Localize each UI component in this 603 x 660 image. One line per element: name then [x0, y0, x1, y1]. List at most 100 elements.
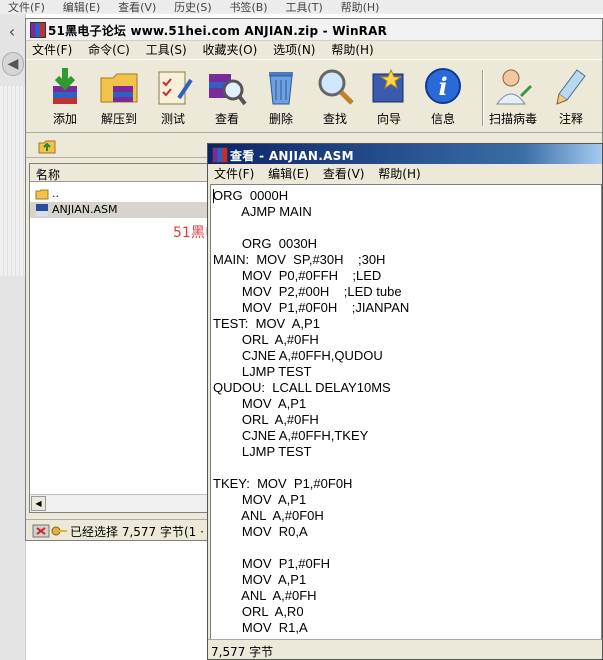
code-line: ORL A,#0FH: [213, 332, 319, 347]
code-line: MOV P1,#0F0H ;JIANPAN: [213, 300, 410, 315]
code-line: MOV R0,A: [213, 524, 308, 539]
wizard-button[interactable]: 向导: [362, 66, 416, 130]
menu-tools[interactable]: 工具(S): [146, 41, 187, 59]
code-line: ORG 0000H: [213, 188, 289, 203]
winrar-logo-icon: [30, 22, 46, 38]
test-clipboard-icon: [158, 71, 193, 105]
virus-scan-button[interactable]: 扫描病毒: [486, 66, 540, 130]
view-button[interactable]: 查看: [200, 66, 254, 130]
comment-button[interactable]: 注释: [544, 66, 598, 130]
menu-commands[interactable]: 命令(C): [88, 41, 130, 59]
horizontal-scrollbar[interactable]: ◀: [30, 494, 211, 512]
sort-ascending-icon: ▲: [36, 166, 43, 175]
find-button[interactable]: 查找: [308, 66, 362, 130]
add-label: 添加: [52, 112, 77, 126]
code-line: ANL A,#0F0H: [213, 508, 324, 523]
virus-scan-label: 扫描病毒: [488, 112, 537, 126]
scroll-left-icon[interactable]: ◀: [31, 496, 46, 511]
svg-text:i: i: [438, 72, 447, 101]
viewer-menu-view[interactable]: 查看(V): [323, 164, 365, 184]
forward-button[interactable]: ◀: [2, 52, 24, 76]
code-viewer[interactable]: ORG 0000H AJMP MAIN ORG 0030H MAIN: MOV …: [210, 184, 602, 640]
browser-menu-history[interactable]: 历史(S): [174, 2, 212, 13]
test-button[interactable]: 测试: [146, 66, 200, 130]
comment-icon: [556, 69, 586, 105]
browser-menu-tools[interactable]: 工具(T): [285, 2, 322, 13]
virus-scan-icon: [496, 69, 533, 105]
code-line: CJNE A,#0FFH,QUDOU: [213, 348, 383, 363]
parent-folder-icon: [35, 189, 49, 200]
extract-folder-icon: [100, 73, 138, 103]
browser-menu-file[interactable]: 文件(F): [8, 2, 45, 13]
winrar-logo-icon: [212, 147, 228, 163]
code-line: MOV A,P1: [213, 572, 307, 587]
code-line: MOV P0,#0FFH ;LED: [213, 268, 382, 283]
winrar-title: 51黑电子论坛 www.51hei.com ANJIAN.zip - WinRA…: [48, 24, 388, 38]
menu-options[interactable]: 选项(N): [273, 41, 315, 59]
folder-up-icon[interactable]: [38, 137, 56, 155]
viewer-menu-edit[interactable]: 编辑(E): [268, 164, 309, 184]
code-line: MOV R1,A: [213, 620, 308, 635]
extract-to-button[interactable]: 解压到: [92, 66, 146, 130]
arrow-left-icon: ◀: [7, 56, 19, 72]
view-magnifier-icon: [209, 74, 247, 106]
code-line: ORG 0030H: [213, 236, 318, 251]
delete-label: 删除: [268, 112, 293, 126]
file-size-status: 7,577 字节: [211, 645, 274, 659]
viewer-menu-file[interactable]: 文件(F): [214, 164, 254, 184]
find-magnifier-icon: [318, 69, 354, 105]
add-archive-icon: [53, 68, 77, 104]
toolbar-separator: [482, 70, 484, 126]
menu-favorites[interactable]: 收藏夹(O): [203, 41, 258, 59]
code-line: AJMP MAIN: [213, 204, 312, 219]
info-button[interactable]: i 信息: [416, 66, 470, 130]
info-icon: i: [425, 68, 461, 104]
file-list: 名称 ▲ .. ANJIAN.ASM ◀: [29, 163, 212, 513]
extract-to-label: 解压到: [100, 112, 137, 126]
browser-menu-help[interactable]: 帮助(H): [341, 2, 380, 13]
selection-status: 已经选择 7,577 字节(1 ·: [70, 525, 204, 539]
viewer-menu-bar: 文件(F) 编辑(E) 查看(V) 帮助(H): [208, 164, 602, 184]
view-label: 查看: [214, 112, 239, 126]
viewer-status-bar: 7,577 字节: [208, 639, 602, 659]
name-column-header[interactable]: 名称 ▲: [30, 164, 211, 182]
browser-menu-view[interactable]: 查看(V): [118, 2, 156, 13]
delete-button[interactable]: 删除: [254, 66, 308, 130]
code-line: MOV A,P1: [213, 492, 307, 507]
code-line: CJNE A,#0FFH,TKEY: [213, 428, 369, 443]
code-line: LJMP TEST: [213, 364, 312, 379]
viewer-title-bar[interactable]: 查看 - ANJIAN.ASM: [208, 144, 602, 164]
status-key-icon: [32, 524, 67, 538]
back-button[interactable]: ‹: [1, 21, 23, 43]
code-line: QUDOU: LCALL DELAY10MS: [213, 380, 391, 395]
code-line: ORL A,#0FH: [213, 412, 319, 427]
comment-label: 注释: [558, 112, 583, 126]
code-line: MOV P1,#0FH: [213, 556, 331, 571]
menu-file[interactable]: 文件(F): [32, 41, 72, 59]
wizard-label: 向导: [376, 112, 401, 126]
code-line: MAIN: MOV SP,#30H ;30H: [213, 252, 386, 267]
code-line: ANL A,#0FH: [213, 588, 317, 603]
menu-help[interactable]: 帮助(H): [331, 41, 373, 59]
delete-bin-icon: [269, 72, 293, 105]
viewer-window: 查看 - ANJIAN.ASM 文件(F) 编辑(E) 查看(V) 帮助(H) …: [207, 143, 603, 660]
find-label: 查找: [322, 112, 347, 126]
add-button[interactable]: 添加: [38, 66, 92, 130]
file-name: ANJIAN.ASM: [52, 203, 118, 216]
test-label: 测试: [160, 112, 185, 126]
file-row-parent[interactable]: ..: [30, 186, 211, 202]
info-label: 信息: [430, 112, 455, 126]
winrar-menu-bar: 文件(F) 命令(C) 工具(S) 收藏夹(O) 选项(N) 帮助(H): [26, 41, 602, 59]
file-name: ..: [52, 187, 59, 200]
browser-menu-bookmarks[interactable]: 书签(B): [229, 2, 267, 13]
viewer-menu-help[interactable]: 帮助(H): [378, 164, 420, 184]
code-line: MOV P2,#00H ;LED tube: [213, 284, 402, 299]
winrar-title-bar[interactable]: 51黑电子论坛 www.51hei.com ANJIAN.zip - WinRA…: [26, 19, 602, 41]
code-line: TEST: MOV A,P1: [213, 316, 320, 331]
asm-file-icon: [36, 204, 48, 216]
file-row-anjian-asm[interactable]: ANJIAN.ASM: [30, 202, 211, 218]
code-line: LJMP TEST: [213, 444, 312, 459]
code-line: ORL A,R0: [213, 604, 304, 619]
code-line: MOV A,P1: [213, 396, 307, 411]
browser-menu-edit[interactable]: 编辑(E): [63, 2, 101, 13]
